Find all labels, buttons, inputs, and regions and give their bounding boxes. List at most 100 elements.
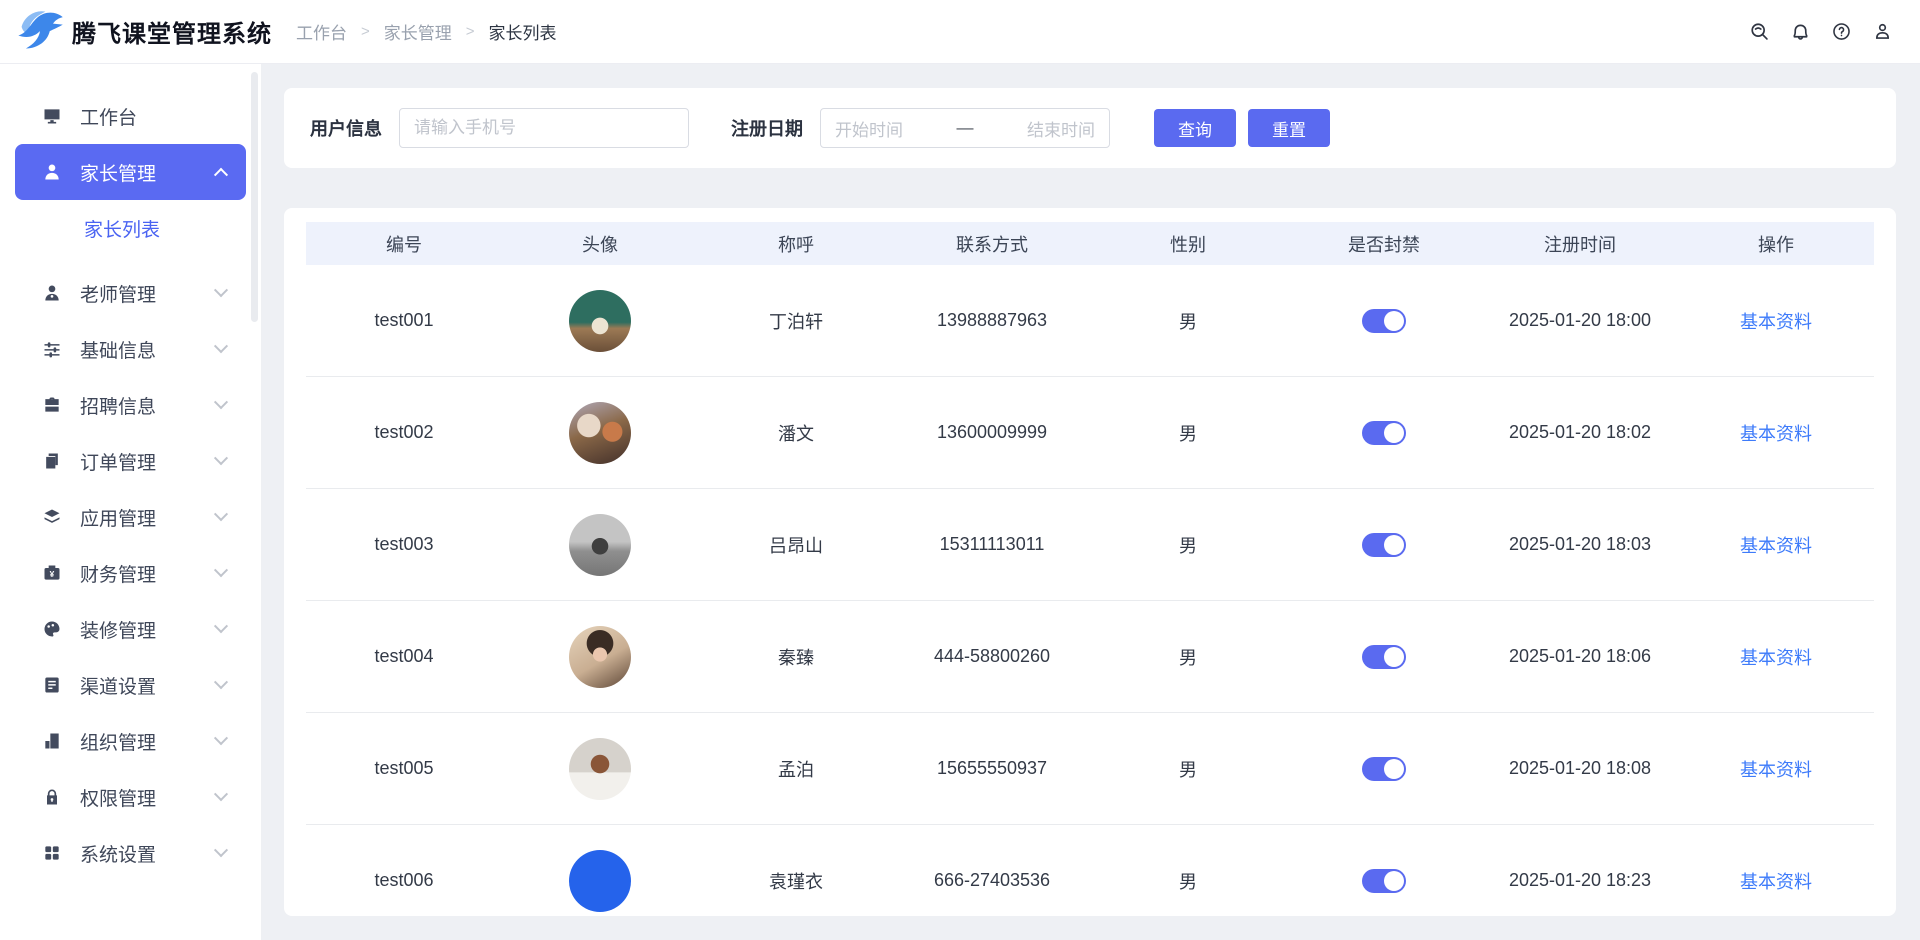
chevron-down-icon (214, 339, 228, 353)
bird-logo-icon (14, 3, 66, 60)
date-start-placeholder[interactable]: 开始时间 (835, 116, 951, 141)
table-header-row: 编号 头像 称呼 联系方式 性别 是否封禁 注册时间 操作 (306, 222, 1874, 265)
basic-info-link[interactable]: 基本资料 (1740, 536, 1812, 556)
sidebar-item-lock[interactable]: 权限管理 (15, 769, 246, 825)
sidebar-item-monitor[interactable]: 工作台 (15, 88, 246, 144)
breadcrumb-workbench[interactable]: 工作台 (296, 19, 347, 44)
sidebar-item-finance[interactable]: ¥ 财务管理 (15, 545, 246, 601)
sidebar-item-parent[interactable]: 家长管理 (15, 144, 246, 200)
chevron-down-icon (214, 395, 228, 409)
breadcrumb-separator: > (361, 23, 370, 40)
avatar (569, 290, 631, 352)
sidebar-menu: 工作台 家长管理 家长列表 老师管理 基础信息 招聘信息 订单管理 应用管理 ¥… (0, 88, 261, 881)
filter-bar: 用户信息 注册日期 开始时间 — 结束时间 查询 重置 (284, 88, 1896, 168)
sidebar-item-apps[interactable]: 系统设置 (15, 825, 246, 881)
chevron-down-icon (214, 731, 228, 745)
chevron-down-icon (214, 507, 228, 521)
row-phone: 13600009999 (894, 422, 1090, 443)
toggle-knob (1384, 759, 1404, 779)
breadcrumb: 工作台 > 家长管理 > 家长列表 (296, 19, 557, 44)
toggle-knob (1384, 311, 1404, 331)
row-gender: 男 (1090, 532, 1286, 558)
chevron-down-icon (214, 283, 228, 297)
row-id: test002 (306, 422, 502, 443)
table-row: test002 潘文 13600009999 男 2025-01-20 18:0… (306, 377, 1874, 489)
sidebar-item-channel[interactable]: 渠道设置 (15, 657, 246, 713)
reset-button[interactable]: 重置 (1248, 109, 1330, 147)
chevron-down-icon (214, 787, 228, 801)
svg-text:¥: ¥ (50, 569, 55, 579)
register-date-label: 注册日期 (731, 115, 803, 141)
user-icon[interactable] (1870, 20, 1894, 44)
ban-toggle[interactable] (1362, 421, 1406, 445)
sidebar-item-palette[interactable]: 装修管理 (15, 601, 246, 657)
row-phone: 15311113011 (894, 534, 1090, 555)
row-gender: 男 (1090, 420, 1286, 446)
basic-info-link[interactable]: 基本资料 (1740, 872, 1812, 892)
chevron-down-icon (214, 619, 228, 633)
sidebar-item-order[interactable]: 订单管理 (15, 433, 246, 489)
table-row: test004 秦臻 444-58800260 男 2025-01-20 18:… (306, 601, 1874, 713)
table-row: test005 孟泊 15655550937 男 2025-01-20 18:0… (306, 713, 1874, 825)
row-registered: 2025-01-20 18:00 (1482, 310, 1678, 331)
layers-icon (41, 506, 63, 528)
chevron-down-icon (214, 675, 228, 689)
ban-toggle[interactable] (1362, 645, 1406, 669)
chevron-down-icon (214, 451, 228, 465)
sidebar-item-teacher[interactable]: 老师管理 (15, 265, 246, 321)
sidebar-subitem-parent-list[interactable]: 家长列表 (0, 200, 261, 257)
query-button[interactable]: 查询 (1154, 109, 1236, 147)
row-gender: 男 (1090, 756, 1286, 782)
basic-info-link[interactable]: 基本资料 (1740, 424, 1812, 444)
org-icon (41, 730, 63, 752)
col-actions: 操作 (1678, 231, 1874, 257)
sidebar-item-org[interactable]: 组织管理 (15, 713, 246, 769)
app-title: 腾飞课堂管理系统 (72, 14, 272, 49)
col-id: 编号 (306, 231, 502, 257)
row-registered: 2025-01-20 18:06 (1482, 646, 1678, 667)
row-name: 潘文 (698, 420, 894, 446)
basic-info-link[interactable]: 基本资料 (1740, 760, 1812, 780)
search-icon[interactable] (1747, 20, 1771, 44)
parent-table-card: 编号 头像 称呼 联系方式 性别 是否封禁 注册时间 操作 test001 丁泊… (284, 208, 1896, 916)
row-name: 袁瑾衣 (698, 868, 894, 894)
top-header: 腾飞课堂管理系统 工作台 > 家长管理 > 家长列表 (0, 0, 1920, 64)
basic-info-link[interactable]: 基本资料 (1740, 312, 1812, 332)
row-registered: 2025-01-20 18:02 (1482, 422, 1678, 443)
order-icon (41, 450, 63, 472)
ban-toggle[interactable] (1362, 757, 1406, 781)
briefcase-icon (41, 394, 63, 416)
breadcrumb-parent-list: 家长列表 (489, 19, 557, 44)
row-name: 孟泊 (698, 756, 894, 782)
avatar (569, 850, 631, 912)
date-range-picker[interactable]: 开始时间 — 结束时间 (820, 108, 1110, 148)
toggle-knob (1384, 423, 1404, 443)
row-phone: 444-58800260 (894, 646, 1090, 667)
breadcrumb-parent-mgmt[interactable]: 家长管理 (384, 19, 452, 44)
chevron-down-icon (214, 843, 228, 857)
bell-icon[interactable] (1788, 20, 1812, 44)
basic-info-link[interactable]: 基本资料 (1740, 648, 1812, 668)
table-row: test006 袁瑾衣 666-27403536 男 2025-01-20 18… (306, 825, 1874, 916)
col-banned: 是否封禁 (1286, 231, 1482, 257)
row-name: 秦臻 (698, 644, 894, 670)
channel-icon (41, 674, 63, 696)
sidebar-item-briefcase[interactable]: 招聘信息 (15, 377, 246, 433)
row-gender: 男 (1090, 868, 1286, 894)
help-icon[interactable] (1829, 20, 1853, 44)
row-gender: 男 (1090, 644, 1286, 670)
ban-toggle[interactable] (1362, 869, 1406, 893)
teacher-icon (41, 282, 63, 304)
ban-toggle[interactable] (1362, 533, 1406, 557)
palette-icon (41, 618, 63, 640)
ban-toggle[interactable] (1362, 309, 1406, 333)
parent-table: 编号 头像 称呼 联系方式 性别 是否封禁 注册时间 操作 test001 丁泊… (306, 222, 1874, 916)
phone-input[interactable] (399, 108, 689, 148)
date-end-placeholder[interactable]: 结束时间 (980, 116, 1096, 141)
monitor-icon (41, 105, 63, 127)
sidebar-item-layers[interactable]: 应用管理 (15, 489, 246, 545)
col-phone: 联系方式 (894, 231, 1090, 257)
sidebar-item-sliders[interactable]: 基础信息 (15, 321, 246, 377)
row-name: 丁泊轩 (698, 308, 894, 334)
header-actions (1747, 20, 1894, 44)
